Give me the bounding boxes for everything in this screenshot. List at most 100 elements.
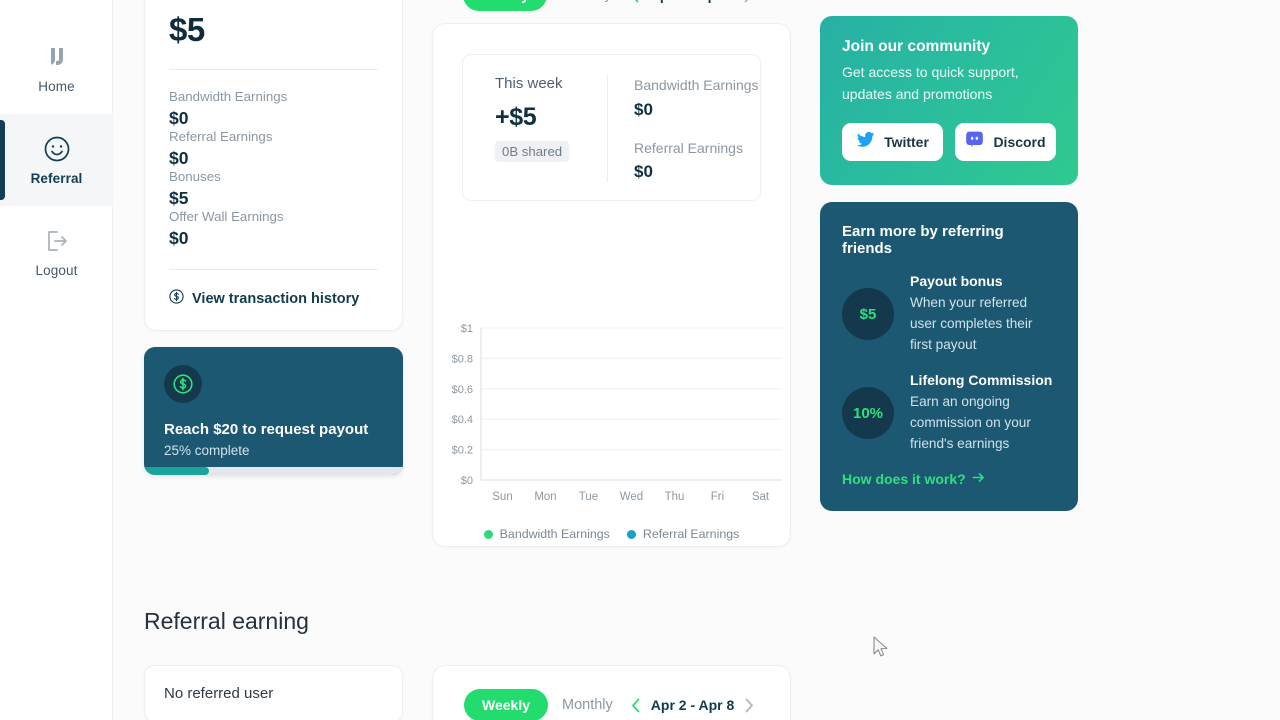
summary-amount: +$5 (495, 103, 537, 131)
left-column: Balance $5 Bandwidth Earnings $0 Referra… (144, 0, 403, 475)
svg-text:$0.6: $0.6 (452, 384, 473, 396)
summary-item-label: Bandwidth Earnings (634, 77, 759, 93)
sidebar-item-home[interactable]: Home (0, 22, 113, 114)
svg-text:$0.2: $0.2 (452, 445, 473, 457)
balance-row: Bandwidth Earnings $0 (169, 89, 378, 129)
summary-period-label: This week (495, 75, 563, 92)
summary-item-label: Referral Earnings (634, 139, 743, 156)
referral-earning-toolbar: Weekly Monthly Apr 2 - Apr 8 (433, 688, 790, 720)
svg-text:Sat: Sat (752, 491, 770, 503)
discord-label: Discord (993, 133, 1046, 150)
week-summary-box: This week +$5 0B shared Bandwidth Earnin… (462, 54, 761, 202)
legend-item: Referral Earnings (626, 527, 739, 541)
community-title: Join our community (842, 38, 991, 55)
balance-row-label: Bonuses (169, 169, 221, 184)
how-does-it-work-label: How does it work? (842, 470, 966, 487)
twitter-button[interactable]: Twitter (842, 122, 943, 161)
payout-progress-bar (144, 467, 403, 475)
chevron-left-icon[interactable] (631, 698, 640, 713)
svg-text:Wed: Wed (620, 491, 643, 503)
tab-monthly-bottom[interactable]: Monthly (562, 697, 613, 713)
sidebar-item-label: Logout (35, 263, 78, 278)
earnings-plot: $1 $0.8 $0.6 $0.4 $0.2 $0 Sun Mon Tue Wed Thu Fri Sa… (433, 310, 790, 550)
referral-earning-chart-card: Weekly Monthly Apr 2 - Apr 8 (432, 665, 791, 720)
balance-row-value: $0 (169, 228, 189, 248)
date-range-label-bottom: Apr 2 - Apr 8 (650, 697, 735, 713)
svg-text:Tue: Tue (579, 491, 598, 503)
payout-subtitle: 25% complete (164, 443, 250, 458)
balance-row-value: $5 (169, 188, 189, 208)
tab-weekly[interactable]: Weekly (463, 0, 547, 11)
right-column: Join our community Get access to quick s… (820, 16, 1078, 511)
svg-text:$0.8: $0.8 (452, 353, 473, 365)
legend-label: Bandwidth Earnings (499, 527, 610, 541)
referral-benefit-row: $5 Payout bonus When your referred user … (842, 273, 1056, 356)
twitter-label: Twitter (884, 133, 929, 150)
balance-row: Referral Earnings $0 (169, 129, 378, 169)
referral-earning-title: Referral earning (144, 608, 309, 634)
summary-item-value: $0 (634, 162, 653, 182)
no-referred-user-label: No referred user (164, 685, 274, 702)
discord-button[interactable]: Discord (955, 122, 1056, 161)
chevron-right-icon[interactable] (744, 0, 753, 3)
benefit-text-block: Lifelong Commission Earn an ongoing comm… (910, 372, 1056, 455)
svg-text:Fri: Fri (711, 491, 724, 503)
divider (169, 269, 378, 270)
payout-title: Reach $20 to request payout (164, 421, 369, 438)
summary-item-value: $0 (634, 99, 653, 119)
balance-row-label: Offer Wall Earnings (169, 209, 284, 224)
balance-row-value: $0 (169, 108, 189, 128)
balance-header: Balance (169, 0, 378, 3)
payout-progress-fill (144, 467, 209, 475)
earnings-chart-card: This week +$5 0B shared Bandwidth Earnin… (432, 23, 791, 547)
date-range-label: Apr 2 - Apr 8 (650, 0, 734, 3)
earnings-column: Weekly Monthly Apr 2 - Apr 8 (432, 0, 791, 547)
logout-arrow-icon (42, 226, 72, 256)
community-card: Join our community Get access to quick s… (820, 16, 1078, 185)
svg-text:$1: $1 (461, 323, 473, 335)
tab-weekly-bottom[interactable]: Weekly (464, 689, 548, 720)
referral-info-title: Earn more by referring friends (842, 222, 1004, 257)
balance-row-value: $0 (169, 148, 189, 168)
chevron-left-icon[interactable] (630, 0, 639, 3)
earnings-plot-svg: $1 $0.8 $0.6 $0.4 $0.2 $0 Sun Mon Tue Wed Thu Fri Sa… (452, 323, 782, 503)
how-does-it-work-link[interactable]: How does it work? (842, 471, 1056, 487)
legend-dot (483, 529, 493, 539)
dollar-circle-icon (164, 365, 202, 403)
date-range-selector-bottom: Apr 2 - Apr 8 (631, 697, 755, 713)
sidebar-item-logout[interactable]: Logout (0, 206, 113, 298)
smiley-face-icon (42, 134, 72, 164)
referral-info-card: Earn more by referring friends $5 Payout… (820, 201, 1078, 511)
payout-progress-card: Reach $20 to request payout 25% complete (144, 347, 403, 475)
benefit-description: When your referred user completes their … (910, 294, 1033, 353)
leaf-balance-icon (169, 0, 186, 3)
svg-text:Mon: Mon (534, 491, 556, 503)
svg-text:Thu: Thu (665, 491, 685, 503)
balance-row-label: Referral Earnings (169, 129, 273, 144)
summary-shared-chip: 0B shared (495, 141, 570, 162)
home-logo-icon (42, 42, 72, 72)
referral-dashboard: Home Referral Logout $5 Bandwidth Earnin… (0, 0, 1280, 720)
chevron-right-icon[interactable] (745, 698, 754, 713)
legend-dot (626, 529, 636, 539)
no-referred-user-card: No referred user (144, 665, 403, 720)
bottom-grid: No referred user Weekly Monthly Apr 2 - … (144, 665, 1280, 720)
svg-text:$0.4: $0.4 (452, 414, 473, 426)
main-content: Balance $5 Bandwidth Earnings $0 Referra… (113, 0, 1280, 720)
benefit-heading: Lifelong Commission (910, 371, 1053, 388)
svg-text:$0: $0 (461, 475, 473, 487)
top-grid: Balance $5 Bandwidth Earnings $0 Referra… (144, 0, 1280, 547)
chart-legend: Bandwidth Earnings Referral Earnings (433, 527, 790, 541)
balance-title: Balance (194, 0, 253, 1)
view-transaction-history-link[interactable]: View transaction history (169, 289, 378, 308)
social-buttons: Twitter Discord (842, 122, 1056, 161)
benefit-badge: 10% (842, 387, 894, 440)
svg-text:Sun: Sun (492, 491, 512, 503)
tab-monthly[interactable]: Monthly (561, 0, 612, 3)
view-transaction-history-label: View transaction history (192, 290, 360, 307)
sidebar-item-referral[interactable]: Referral (0, 114, 113, 206)
week-summary-left: This week +$5 0B shared (463, 75, 607, 182)
sidebar: Home Referral Logout (0, 0, 113, 720)
twitter-icon (856, 130, 875, 154)
dollar-circle-icon (169, 289, 184, 308)
